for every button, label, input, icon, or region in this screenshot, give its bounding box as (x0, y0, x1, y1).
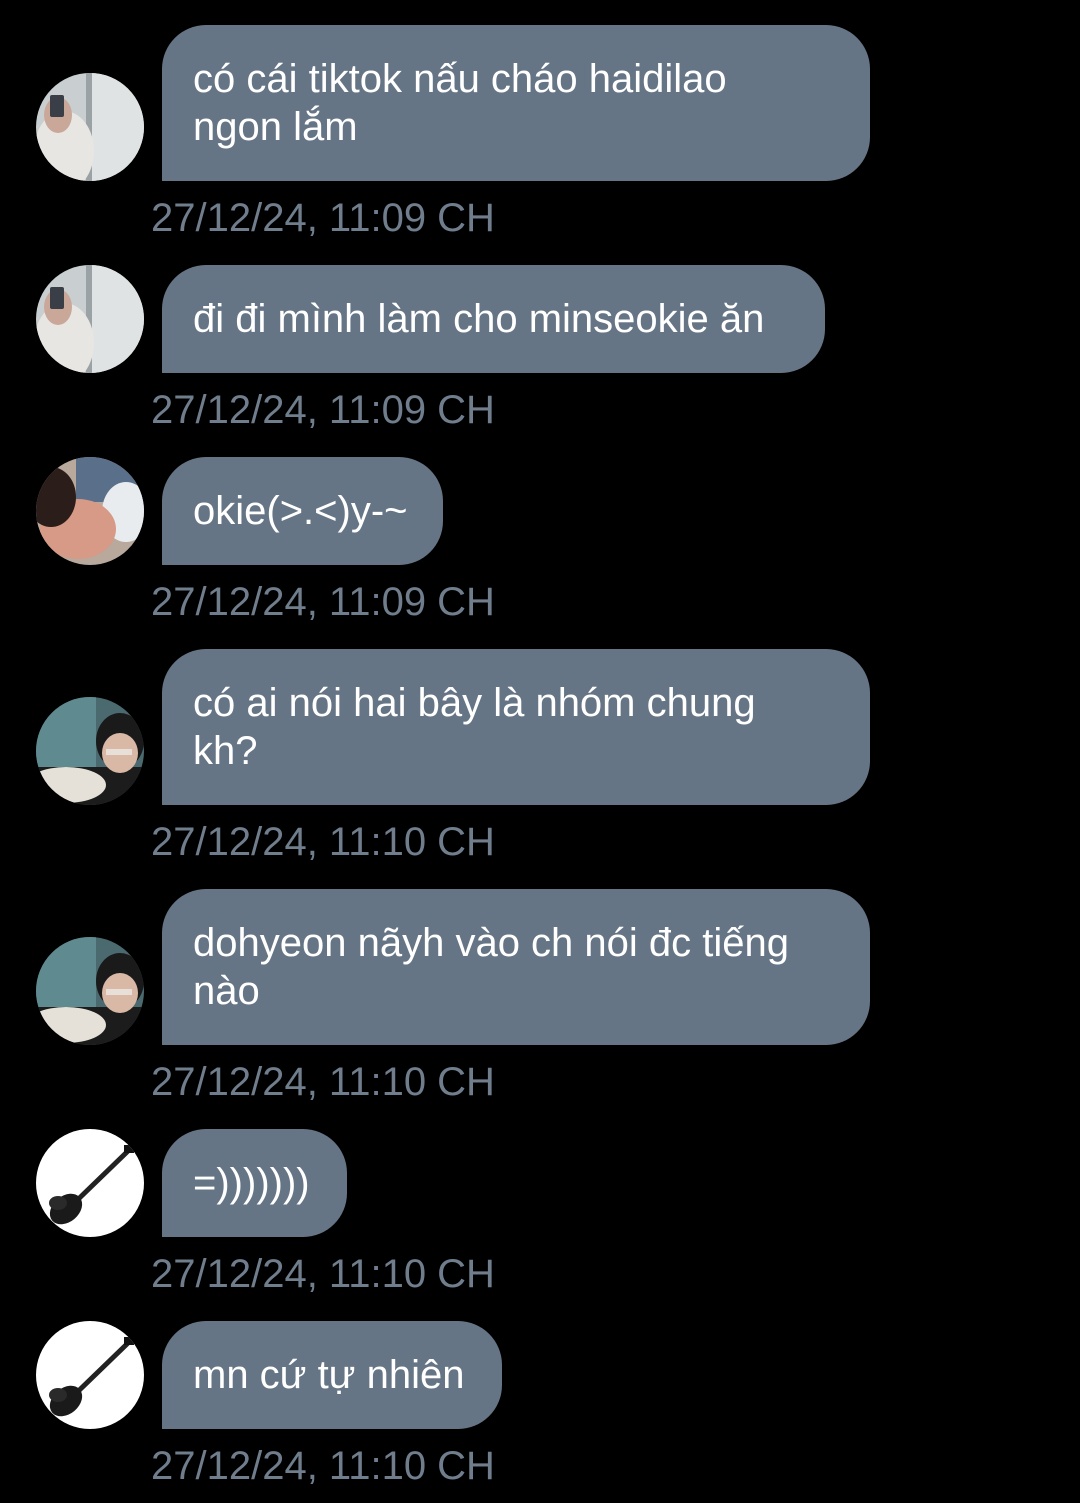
message-bubble[interactable]: có cái tiktok nấu cháo haidilao ngon lắm (162, 25, 870, 181)
message-bubble[interactable]: có ai nói hai bây là nhóm chung kh? (162, 649, 870, 805)
avatar-selfie-mirror[interactable] (36, 265, 144, 373)
message-timestamp: 27/12/24, 11:10 CH (151, 1444, 495, 1488)
avatar-guitar[interactable] (36, 1129, 144, 1237)
message-bubble[interactable]: mn cứ tự nhiên (162, 1321, 502, 1429)
avatar-glasses-person[interactable] (36, 937, 144, 1045)
message-timestamp: 27/12/24, 11:10 CH (151, 820, 495, 864)
message-bubble[interactable]: đi đi mình làm cho minseokie ăn (162, 265, 825, 373)
message-timestamp: 27/12/24, 11:10 CH (151, 1060, 495, 1104)
avatar-sleeping-face[interactable] (36, 457, 144, 565)
message-timestamp: 27/12/24, 11:09 CH (151, 580, 495, 624)
avatar-glasses-person[interactable] (36, 697, 144, 805)
message-timestamp: 27/12/24, 11:10 CH (151, 1252, 495, 1296)
message-timestamp: 27/12/24, 11:09 CH (151, 388, 495, 432)
avatar-selfie-mirror[interactable] (36, 73, 144, 181)
avatar-guitar[interactable] (36, 1321, 144, 1429)
message-bubble[interactable]: =))))))) (162, 1129, 347, 1237)
message-bubble[interactable]: dohyeon nãyh vào ch nói đc tiếng nào (162, 889, 870, 1045)
message-bubble[interactable]: okie(>.<)y-~ (162, 457, 443, 565)
message-timestamp: 27/12/24, 11:09 CH (151, 196, 495, 240)
